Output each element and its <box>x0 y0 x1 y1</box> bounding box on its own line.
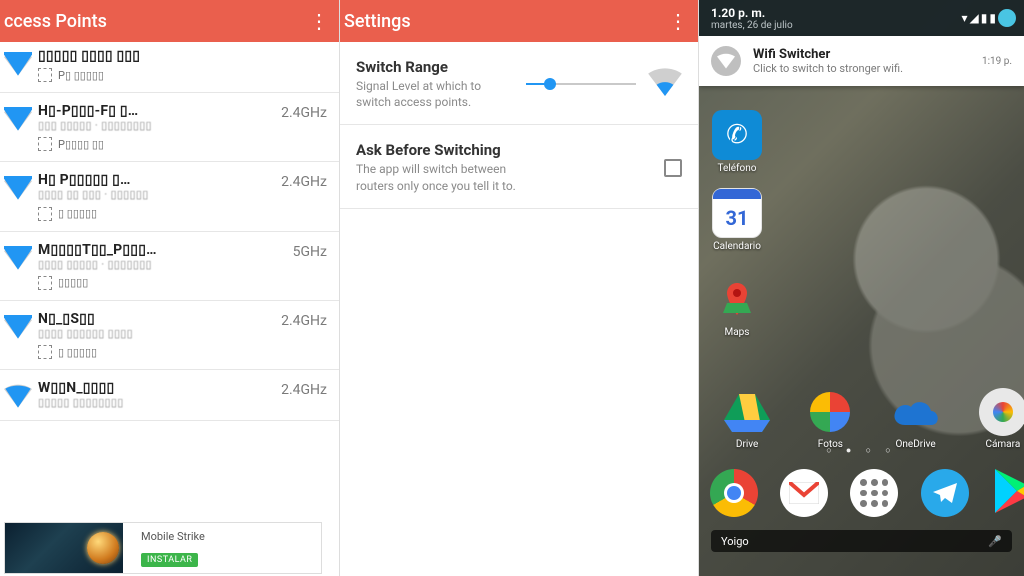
status-bar[interactable]: 1.20 p. m. martes, 26 de julio ▾◢▮▮ <box>699 0 1024 36</box>
app-drive[interactable]: Drive <box>724 388 770 450</box>
ap-item[interactable]: N▯_▯S▯▯▯▯▯▯ ▯▯▯▯▯▯ ▯▯▯▯ ▯ ▯▯▯▯▯2.4GHz <box>0 301 339 370</box>
ap-pref-checkbox[interactable]: P▯▯▯▯ ▯▯ <box>38 137 267 151</box>
ad-banner[interactable]: Mobile Strike INSTALAR <box>4 522 322 574</box>
ap-item[interactable]: H▯-P▯▯▯-F▯ ▯…▯▯▯ ▯▯▯▯▯ · ▯▯▯▯▯▯▯▯ P▯▯▯▯ ▯… <box>0 93 339 162</box>
wifi-switcher-notification[interactable]: Wifi Switcher Click to switch to stronge… <box>699 36 1024 86</box>
aps-title: ccess Points <box>4 11 299 32</box>
dock-apps[interactable] <box>850 469 898 517</box>
ap-pref-checkbox[interactable]: ▯▯▯▯▯ <box>38 276 267 290</box>
app-label: Teléfono <box>701 163 773 174</box>
ask-checkbox[interactable] <box>664 159 682 177</box>
app-fotos[interactable]: Fotos <box>808 388 852 450</box>
ap-name: N▯_▯S▯▯ <box>38 311 267 327</box>
settings-header: Settings ⋮ <box>340 0 698 42</box>
app-maps[interactable]: Maps <box>701 274 773 338</box>
app-label: Maps <box>701 327 773 338</box>
ap-meta: ▯▯▯▯ ▯▯ ▯▯▯ · ▯▯▯▯▯▯ <box>38 188 267 202</box>
ap-band <box>267 48 327 82</box>
switch-range-row[interactable]: Switch Range Signal Level at which to sw… <box>340 42 698 125</box>
ap-band: 2.4GHz <box>267 380 327 410</box>
wifi-signal-icon <box>4 172 38 220</box>
ap-item[interactable]: W▯▯N_▯▯▯▯▯▯▯▯▯ ▯▯▯▯▯▯▯▯2.4GHz <box>0 370 339 421</box>
switch-range-desc: Signal Level at which to switch access p… <box>356 78 518 110</box>
status-icons: ▾◢▮▮ <box>962 9 1016 27</box>
pager-dots: ○ ● ○ ○ <box>699 445 1024 456</box>
wifi-signal-icon <box>4 311 38 359</box>
ap-name: M▯▯▯▯T▯▯_P▯▯▯… <box>38 242 267 258</box>
ap-name: H▯-P▯▯▯-F▯ ▯… <box>38 103 267 119</box>
app-label: Calendario <box>701 241 773 252</box>
home-row-apps: Drive Fotos OneDrive Cámara <box>699 388 1024 450</box>
settings-panel: Settings ⋮ Switch Range Signal Level at … <box>339 0 699 576</box>
ad-info: Mobile Strike INSTALAR <box>123 530 321 567</box>
ap-band: 2.4GHz <box>267 172 327 220</box>
ask-before-row[interactable]: Ask Before Switching The app will switch… <box>340 125 698 208</box>
settings-overflow-icon[interactable]: ⋮ <box>658 9 698 33</box>
wifi-signal-icon <box>4 380 38 410</box>
wifi-icon <box>711 46 741 76</box>
ap-meta: ▯▯▯▯▯ ▯▯▯▯▯▯▯▯ <box>38 396 267 410</box>
wifi-signal-icon <box>4 242 38 290</box>
ap-item[interactable]: H▯ P▯▯▯▯▯ ▯…▯▯▯▯ ▯▯ ▯▯▯ · ▯▯▯▯▯▯ ▯ ▯▯▯▯▯2… <box>0 162 339 231</box>
access-points-panel: ccess Points ⋮ ▯▯▯▯▯ ▯▯▯▯ ▯▯▯ P▯ ▯▯▯▯▯ H▯-… <box>0 0 339 576</box>
ap-name: H▯ P▯▯▯▯▯ ▯… <box>38 172 267 188</box>
slider-thumb[interactable] <box>544 78 556 90</box>
ap-name: ▯▯▯▯▯ ▯▯▯▯ ▯▯▯ <box>38 48 267 64</box>
phone-home-panel: 1.20 p. m. martes, 26 de julio ▾◢▮▮ Wifi… <box>699 0 1024 576</box>
wifi-signal-icon <box>4 48 38 82</box>
dock-gmail[interactable] <box>780 469 828 517</box>
ap-item[interactable]: M▯▯▯▯T▯▯_P▯▯▯…▯▯▯▯ ▯▯▯▯▯ · ▯▯▯▯▯▯▯ ▯▯▯▯▯5… <box>0 232 339 301</box>
ap-meta: ▯▯▯▯ ▯▯▯▯▯▯ ▯▯▯▯ <box>38 327 267 341</box>
app-onedrive[interactable]: OneDrive <box>891 388 941 450</box>
ap-pref-checkbox[interactable]: P▯ ▯▯▯▯▯ <box>38 68 267 82</box>
aps-overflow-icon[interactable]: ⋮ <box>299 9 339 33</box>
dock-telegram[interactable] <box>921 469 969 517</box>
dock-chrome[interactable] <box>710 469 758 517</box>
ap-name: W▯▯N_▯▯▯▯ <box>38 380 267 396</box>
app-teléfono[interactable]: ✆Teléfono <box>701 110 773 174</box>
mic-icon[interactable]: 🎤 <box>988 535 1002 548</box>
wifi-signal-icon <box>4 103 38 151</box>
notif-subtitle: Click to switch to stronger wifi. <box>753 62 982 75</box>
status-date: martes, 26 de julio <box>711 20 962 31</box>
ask-checkbox-wrap <box>656 141 682 193</box>
ask-title: Ask Before Switching <box>356 141 656 159</box>
ap-pref-checkbox[interactable]: ▯ ▯▯▯▯▯ <box>38 207 267 221</box>
aps-header: ccess Points ⋮ <box>0 0 339 42</box>
switch-range-slider[interactable] <box>526 83 636 85</box>
google-search-bar[interactable]: Yoigo 🎤 <box>711 530 1012 552</box>
ap-list[interactable]: ▯▯▯▯▯ ▯▯▯▯ ▯▯▯ P▯ ▯▯▯▯▯ H▯-P▯▯▯-F▯ ▯…▯▯▯ ▯… <box>0 42 339 576</box>
ap-band: 2.4GHz <box>267 103 327 151</box>
wifi-range-icon <box>648 68 682 100</box>
ap-meta: ▯▯▯ ▯▯▯▯▯ · ▯▯▯▯▯▯▯▯ <box>38 119 267 133</box>
ad-install-button[interactable]: INSTALAR <box>141 553 198 567</box>
ap-meta: ▯▯▯▯ ▯▯▯▯▯ · ▯▯▯▯▯▯▯ <box>38 258 267 272</box>
ad-title: Mobile Strike <box>141 530 321 543</box>
switch-range-title: Switch Range <box>356 58 518 76</box>
search-placeholder: Yoigo <box>721 535 749 548</box>
dock-play[interactable] <box>991 467 1024 519</box>
ap-band: 2.4GHz <box>267 311 327 359</box>
ap-band: 5GHz <box>267 242 327 290</box>
dock <box>699 458 1024 528</box>
switch-range-control <box>518 58 682 110</box>
ask-desc: The app will switch between routers only… <box>356 161 526 193</box>
ap-pref-checkbox[interactable]: ▯ ▯▯▯▯▯ <box>38 345 267 359</box>
ap-item[interactable]: ▯▯▯▯▯ ▯▯▯▯ ▯▯▯ P▯ ▯▯▯▯▯ <box>0 42 339 93</box>
profile-avatar-icon[interactable] <box>998 9 1016 27</box>
app-cámara[interactable]: Cámara <box>979 388 1024 450</box>
settings-title: Settings <box>344 11 658 32</box>
notif-title: Wifi Switcher <box>753 47 982 62</box>
ad-image <box>5 523 123 573</box>
status-time: 1.20 p. m. <box>711 6 962 20</box>
app-calendario[interactable]: 31Calendario <box>701 188 773 252</box>
notif-time: 1:19 p. <box>982 56 1012 67</box>
